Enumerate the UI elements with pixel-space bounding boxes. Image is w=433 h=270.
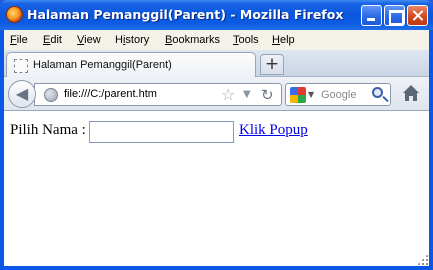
menu-file-label: ile [16, 34, 28, 46]
menu-bookmarks[interactable]: Bookmarks [165, 34, 220, 46]
tab-active[interactable]: Halaman Pemanggil(Parent) [6, 52, 256, 78]
menu-history-label: story [125, 34, 150, 46]
url-bar[interactable]: file:///C:/parent.htm ☆ ▼ ↻ [34, 83, 282, 106]
menu-view[interactable]: View [77, 34, 101, 46]
menu-help[interactable]: Help [272, 34, 295, 46]
new-tab-icon[interactable]: + [260, 54, 284, 75]
page-content: Pilih Nama : Klik Popup [4, 111, 429, 266]
navigation-toolbar: file:///C:/parent.htm ☆ ▼ ↻ ◀ ▼ Google [4, 77, 429, 111]
klik-popup-link[interactable]: Klik Popup [239, 122, 308, 139]
menu-tools[interactable]: Tools [233, 34, 259, 46]
title-bar[interactable]: Halaman Pemanggil(Parent) - Mozilla Fire… [0, 0, 433, 30]
home-icon[interactable] [400, 82, 422, 104]
menu-bookmarks-label: ookmarks [172, 34, 221, 46]
browser-client-area: File Edit View History Bookmarks Tools H… [4, 30, 429, 266]
bookmark-star-icon[interactable]: ☆ [221, 85, 235, 105]
menu-bar: File Edit View History Bookmarks Tools H… [4, 30, 429, 50]
menu-tools-label: ools [238, 34, 259, 46]
menu-view-label: iew [84, 34, 101, 46]
magnifier-icon[interactable] [372, 87, 383, 98]
resize-grip-icon[interactable] [417, 254, 428, 265]
tab-strip: Halaman Pemanggil(Parent) + [4, 50, 429, 78]
minimize-icon[interactable] [361, 5, 382, 26]
nama-input[interactable] [89, 121, 234, 143]
back-arrow-icon[interactable]: ◀ [8, 80, 36, 108]
menu-edit[interactable]: Edit [43, 34, 62, 46]
browser-window: Halaman Pemanggil(Parent) - Mozilla Fire… [0, 0, 433, 270]
page-favicon-icon [14, 59, 28, 73]
menu-history-prefix: H [115, 34, 123, 46]
menu-history[interactable]: History [115, 34, 149, 46]
globe-icon[interactable] [44, 88, 58, 102]
tab-label: Halaman Pemanggil(Parent) [33, 59, 172, 71]
close-icon[interactable] [407, 5, 428, 26]
url-text[interactable]: file:///C:/parent.htm [64, 88, 157, 100]
maximize-icon[interactable] [384, 5, 405, 26]
window-title: Halaman Pemanggil(Parent) - Mozilla Fire… [27, 7, 344, 22]
reload-icon[interactable]: ↻ [261, 85, 274, 105]
history-dropdown-icon[interactable]: ▼ [243, 88, 251, 102]
menu-help-label: elp [279, 34, 295, 46]
menu-file-mnemonic: F [10, 34, 17, 46]
menu-edit-label: dit [50, 34, 62, 46]
menu-file[interactable]: File [10, 34, 28, 46]
google-icon[interactable] [290, 87, 306, 103]
search-engine-dropdown-icon[interactable]: ▼ [308, 91, 314, 99]
menu-help-mnemonic: H [272, 34, 280, 46]
firefox-logo-icon[interactable] [6, 6, 23, 23]
search-bar[interactable]: ▼ Google [285, 83, 391, 106]
search-input[interactable]: Google [321, 89, 356, 101]
pilih-nama-label: Pilih Nama : [10, 122, 86, 138]
